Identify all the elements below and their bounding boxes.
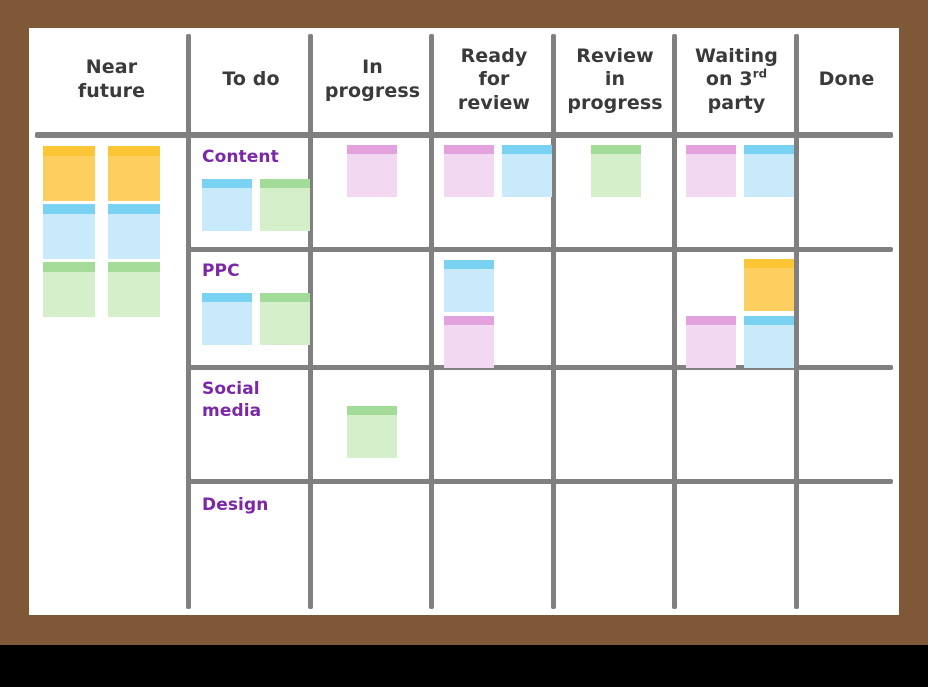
column-header-label: Review in progress <box>567 44 663 114</box>
sticky-note-blue-ready-review-content[interactable] <box>502 145 552 197</box>
sticky-note-strip <box>108 204 160 214</box>
sticky-note-body <box>744 154 794 197</box>
sticky-note-strip <box>108 262 160 272</box>
sticky-note-body <box>686 325 736 368</box>
sticky-note-body <box>444 325 494 368</box>
column-divider-4 <box>551 34 556 609</box>
row-label-text: Content <box>202 147 279 167</box>
sticky-note-strip <box>744 259 794 268</box>
sticky-note-strip <box>686 316 736 325</box>
row-label-content[interactable]: Content <box>202 146 279 168</box>
sticky-note-yellow-waiting-3rd-ppc[interactable] <box>744 259 794 311</box>
header-separator-line <box>35 132 893 138</box>
sticky-note-strip <box>43 262 95 272</box>
row-divider-content-ppc <box>186 247 893 252</box>
sticky-note-strip <box>202 293 252 302</box>
sticky-note-body <box>108 214 160 259</box>
column-header-to-do[interactable]: To do <box>193 28 309 132</box>
sticky-note-strip <box>260 179 310 188</box>
sticky-note-body <box>202 302 252 345</box>
sticky-note-strip <box>591 145 641 154</box>
sticky-note-strip <box>444 316 494 325</box>
sticky-note-body <box>444 269 494 312</box>
sticky-note-pink-in-progress-content[interactable] <box>347 145 397 197</box>
sticky-note-yellow-near-future[interactable] <box>43 146 95 201</box>
bottom-bar <box>0 645 928 687</box>
column-divider-3 <box>429 34 434 609</box>
sticky-note-body <box>43 156 95 201</box>
column-header-ready-for-review[interactable]: Ready for review <box>436 28 552 132</box>
sticky-note-blue-near-future[interactable] <box>108 204 160 259</box>
row-label-design[interactable]: Design <box>202 494 268 516</box>
column-header-waiting-on-3rd-party[interactable]: Waiting on 3rd party <box>678 28 795 132</box>
sticky-note-strip <box>444 260 494 269</box>
column-header-label: Ready for review <box>457 44 531 114</box>
sticky-note-body <box>591 154 641 197</box>
sticky-note-body <box>202 188 252 231</box>
sticky-note-body <box>43 272 95 317</box>
sticky-note-body <box>260 188 310 231</box>
sticky-note-pink-waiting-3rd-content[interactable] <box>686 145 736 197</box>
sticky-note-green-review-prog-content[interactable] <box>591 145 641 197</box>
column-header-near-future[interactable]: Near future <box>35 28 188 132</box>
column-header-label: In progress <box>324 56 421 102</box>
sticky-note-yellow-near-future[interactable] <box>108 146 160 201</box>
sticky-note-body <box>744 268 794 311</box>
row-label-text: Design <box>202 495 269 515</box>
row-label-text: PPC <box>202 261 240 281</box>
sticky-note-strip <box>686 145 736 154</box>
sticky-note-strip <box>108 146 160 156</box>
sticky-note-pink-ready-review-ppc[interactable] <box>444 316 494 368</box>
sticky-note-strip <box>202 179 252 188</box>
sticky-note-body <box>108 272 160 317</box>
sticky-note-green-in-progress-social-media[interactable] <box>347 406 397 458</box>
column-header-done[interactable]: Done <box>800 28 893 132</box>
sticky-note-body <box>260 302 310 345</box>
sticky-note-pink-ready-review-content[interactable] <box>444 145 494 197</box>
sticky-note-green-near-future[interactable] <box>108 262 160 317</box>
sticky-note-blue-waiting-3rd-content[interactable] <box>744 145 794 197</box>
sticky-note-blue-waiting-3rd-ppc[interactable] <box>744 316 794 368</box>
row-label-social-media[interactable]: Social media <box>202 378 261 422</box>
column-header-label: Done <box>818 68 875 91</box>
column-header-review-in-progress[interactable]: Review in progress <box>557 28 673 132</box>
sticky-note-blue-to-do-ppc[interactable] <box>202 293 252 345</box>
sticky-note-body <box>347 154 397 197</box>
sticky-note-strip <box>444 145 494 154</box>
sticky-note-body <box>444 154 494 197</box>
sticky-note-blue-ready-review-ppc[interactable] <box>444 260 494 312</box>
sticky-note-body <box>43 214 95 259</box>
column-header-label: Waiting on 3rd party <box>694 44 779 114</box>
sticky-note-green-to-do-ppc[interactable] <box>260 293 310 345</box>
sticky-note-body <box>347 415 397 458</box>
column-header-label: Near future <box>77 56 146 102</box>
sticky-note-strip <box>347 406 397 415</box>
sticky-note-body <box>744 325 794 368</box>
sticky-note-strip <box>502 145 552 154</box>
column-header-label: To do <box>222 68 280 91</box>
whiteboard: Near future To do In progress Ready for revi… <box>29 28 899 615</box>
sticky-note-blue-to-do-content[interactable] <box>202 179 252 231</box>
sticky-note-blue-near-future[interactable] <box>43 204 95 259</box>
sticky-note-body <box>108 156 160 201</box>
sticky-note-body <box>502 154 552 197</box>
row-label-text: Social media <box>202 379 262 422</box>
sticky-note-strip <box>744 145 794 154</box>
column-header-in-progress[interactable]: In progress <box>314 28 431 132</box>
sticky-note-green-near-future[interactable] <box>43 262 95 317</box>
column-divider-6 <box>794 34 799 609</box>
sticky-note-strip <box>260 293 310 302</box>
column-divider-5 <box>672 34 677 609</box>
sticky-note-strip <box>347 145 397 154</box>
sticky-note-pink-waiting-3rd-ppc[interactable] <box>686 316 736 368</box>
sticky-note-strip <box>744 316 794 325</box>
row-label-ppc[interactable]: PPC <box>202 260 240 282</box>
row-divider-social-design <box>186 479 893 484</box>
sticky-note-green-to-do-content[interactable] <box>260 179 310 231</box>
column-divider-1 <box>186 34 191 609</box>
sticky-note-body <box>686 154 736 197</box>
sticky-note-strip <box>43 204 95 214</box>
sticky-note-strip <box>43 146 95 156</box>
